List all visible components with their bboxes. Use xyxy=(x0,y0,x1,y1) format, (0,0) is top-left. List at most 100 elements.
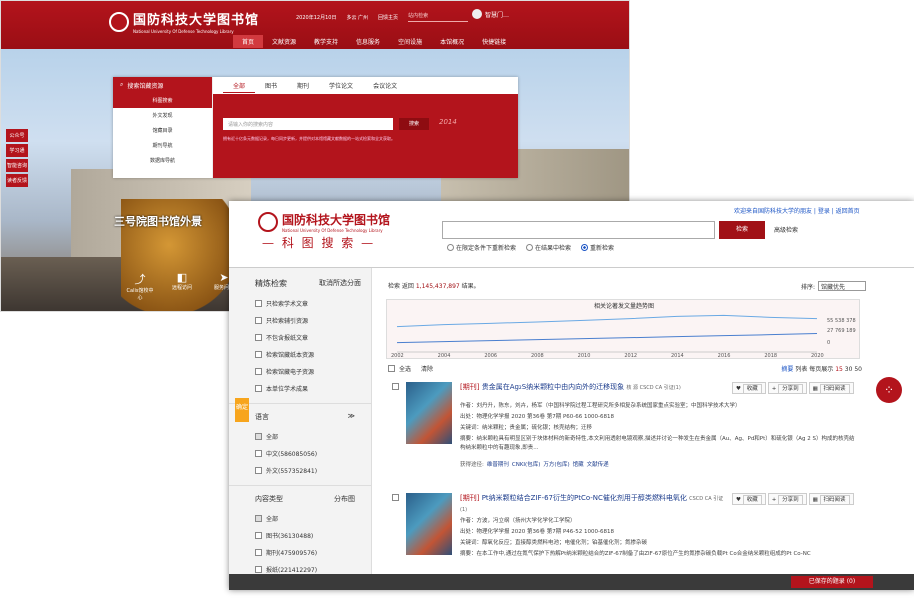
nav-item-quicklinks[interactable]: 快捷链接 xyxy=(473,35,515,48)
radio-label: 重新检索 xyxy=(590,245,615,252)
journal-cover[interactable] xyxy=(406,382,452,444)
main-search-input[interactable] xyxy=(442,221,715,239)
filter-option[interactable]: 不包含报纸文章 xyxy=(229,329,371,346)
search-header: 国防科技大学图书馆 National University Of Defense … xyxy=(229,201,914,267)
welcome-bar[interactable]: 欢迎来自国防科技大学的朋友 | 登录 | 返回首页 xyxy=(734,206,860,215)
result-checkbox[interactable] xyxy=(392,494,399,501)
side-tab-feedback[interactable]: 读者反馈 xyxy=(6,174,28,187)
radio-within[interactable]: 在结果中检索 xyxy=(526,243,571,252)
portal-search-input[interactable]: 站内检索 xyxy=(408,12,469,22)
share-button[interactable]: + 分享到 xyxy=(767,493,807,505)
quick-remote[interactable]: ◧ 远程访问 xyxy=(168,271,196,301)
lang-option[interactable]: 外文(557352841) xyxy=(229,462,371,479)
result-title[interactable]: [期刊] 贵金属在Ag₂S纳米颗粒中由内向外的迁移现象 核 源 CSCD CA … xyxy=(460,382,730,393)
advanced-search-link[interactable]: 高级检索 xyxy=(774,225,798,234)
nav-item-home[interactable]: 首页 xyxy=(233,35,264,48)
link-vip[interactable]: 维普期刊 xyxy=(487,462,509,468)
filter-option[interactable]: 只检索学术文章 xyxy=(229,295,371,312)
radio-new[interactable]: 重新检索 xyxy=(581,243,614,252)
result-count: 检索 返回 1,145,437,897 结果。 xyxy=(388,281,480,290)
side-tab-xuexitong[interactable]: 学习通 xyxy=(6,144,28,157)
per-page-30[interactable]: 30 xyxy=(845,366,853,373)
search-menu-item[interactable]: 科图搜索 xyxy=(113,93,212,108)
result-abstract: 摘要：在本工作中,通过在氮气保护下热解Pt纳米颗粒结合的ZIF-67制备了由ZI… xyxy=(460,551,811,557)
per-page-15[interactable]: 15 xyxy=(835,366,843,373)
side-tab-wechat[interactable]: 公众号 xyxy=(6,129,28,142)
checkbox-icon xyxy=(255,385,262,392)
checkbox-icon xyxy=(255,515,262,522)
lang-option[interactable]: 全部 xyxy=(229,428,371,445)
quick-calis[interactable]: ⤴ Calis馆校中心 xyxy=(126,271,154,301)
portal-user[interactable]: 智慧门… xyxy=(472,9,509,19)
confirm-tag[interactable]: 确定 xyxy=(235,398,249,422)
favorite-button[interactable]: ♥ 收藏 xyxy=(732,493,766,505)
type-option[interactable]: 图书(36130488) xyxy=(229,527,371,544)
link-delivery[interactable]: 文献传递 xyxy=(587,462,609,468)
view-list[interactable]: 列表 xyxy=(795,366,807,373)
apps-grid-icon[interactable]: ⁘ xyxy=(876,377,902,403)
result-title[interactable]: [期刊] Pt纳米颗粒结合ZIF-67衍生的PtCo-NC催化剂用于醇类燃料电氧… xyxy=(460,493,730,515)
share-button[interactable]: + 分享到 xyxy=(767,382,807,394)
view-abstract[interactable]: 摘要 xyxy=(781,366,793,373)
result-actions: ♥ 收藏 + 分享到 ▦ 扫码阅读 xyxy=(732,382,854,394)
search-menu-item[interactable]: 期刊导航 xyxy=(113,138,212,153)
trend-annotation: 55 538 378 xyxy=(827,318,856,324)
portal-logo[interactable]: 国防科技大学图书馆 National University Of Defense … xyxy=(109,9,259,34)
qr-read-button[interactable]: ▦ 扫码阅读 xyxy=(808,493,854,505)
search-menu-item[interactable]: 馆藏目录 xyxy=(113,123,212,138)
nav-item-space[interactable]: 空间设施 xyxy=(389,35,431,48)
journal-cover[interactable] xyxy=(406,493,452,555)
type-section-header[interactable]: 内容类型 分布图 xyxy=(229,485,371,510)
qr-read-button[interactable]: ▦ 扫码阅读 xyxy=(808,382,854,394)
select-all-label: 全选 xyxy=(399,366,412,373)
favorite-label: 收藏 xyxy=(742,384,762,394)
type-option[interactable]: 期刊(475909576) xyxy=(229,544,371,561)
nav-item-services[interactable]: 信息服务 xyxy=(347,35,389,48)
filter-cancel[interactable]: 取消所选分面 xyxy=(319,278,361,289)
select-all[interactable]: 全选 xyxy=(388,365,412,373)
link-cnki[interactable]: CNKI(包库) xyxy=(512,462,540,468)
main-search-button[interactable]: 检索 xyxy=(719,221,765,239)
result-checkbox[interactable] xyxy=(392,383,399,390)
tab-journals[interactable]: 期刊 xyxy=(287,77,319,93)
clear-button[interactable]: 清除 xyxy=(421,366,433,373)
per-page-50[interactable]: 50 xyxy=(854,366,862,373)
panel-search-button[interactable]: 搜索 xyxy=(399,118,429,130)
link-holdings[interactable]: 馆藏 xyxy=(573,462,584,468)
filter-option[interactable]: 检索馆藏电子资源 xyxy=(229,363,371,380)
search-menu-item[interactable]: 数据库导航 xyxy=(113,153,212,168)
filter-option[interactable]: 本单位学术成果 xyxy=(229,380,371,397)
get-label: 获得途径: xyxy=(460,462,484,468)
filter-option[interactable]: 检索馆藏纸本资源 xyxy=(229,346,371,363)
saved-records-button[interactable]: 已保存的题录 (0) xyxy=(791,576,873,588)
search-menu-item[interactable]: 外文发现 xyxy=(113,108,212,123)
favorite-button[interactable]: ♥ 收藏 xyxy=(732,382,766,394)
tab-books[interactable]: 图书 xyxy=(255,77,287,93)
sort-select[interactable]: 馆藏优先 xyxy=(818,281,867,291)
search-logo[interactable]: 国防科技大学图书馆 National University Of Defense … xyxy=(258,211,390,233)
nav-item-about[interactable]: 本馆概况 xyxy=(431,35,473,48)
tab-theses[interactable]: 学位论文 xyxy=(319,77,363,93)
quick-label: Calis馆校中心 xyxy=(126,288,154,301)
tab-conference[interactable]: 会议论文 xyxy=(363,77,407,93)
filter-option[interactable]: 只检索辅引资源 xyxy=(229,312,371,329)
portal-home-link[interactable]: 回馈主页 xyxy=(378,14,398,21)
type-option[interactable]: 全部 xyxy=(229,510,371,527)
nav-item-resources[interactable]: 文献资源 xyxy=(263,35,305,48)
side-tab-consult[interactable]: 智能咨询 xyxy=(6,159,28,172)
type-chart-link[interactable]: 分布图 xyxy=(334,494,355,504)
link-wanfang[interactable]: 万方(包库) xyxy=(543,462,569,468)
tab-all[interactable]: 全部 xyxy=(223,77,256,93)
lang-option[interactable]: 中文(586085056) xyxy=(229,445,371,462)
search-window: 国防科技大学图书馆 National University Of Defense … xyxy=(229,201,914,590)
filter-label: 不包含报纸文章 xyxy=(266,335,309,342)
brand-title: — 科 图 搜 索 — xyxy=(262,236,376,250)
panel-search-input[interactable]: 请输入你的搜索内容 xyxy=(223,118,393,130)
radio-restricted[interactable]: 在限定条件下重新检索 xyxy=(447,243,516,252)
search-menu-header[interactable]: ⌕ 搜索馆藏资源 xyxy=(113,77,212,93)
trend-annotation: 27 769 189 xyxy=(827,328,856,334)
lang-section-header[interactable]: 语言 ≫ xyxy=(229,403,371,428)
nav-item-teaching[interactable]: 教学支持 xyxy=(305,35,347,48)
share-label: 分享到 xyxy=(778,384,803,394)
radio-icon xyxy=(581,244,589,251)
